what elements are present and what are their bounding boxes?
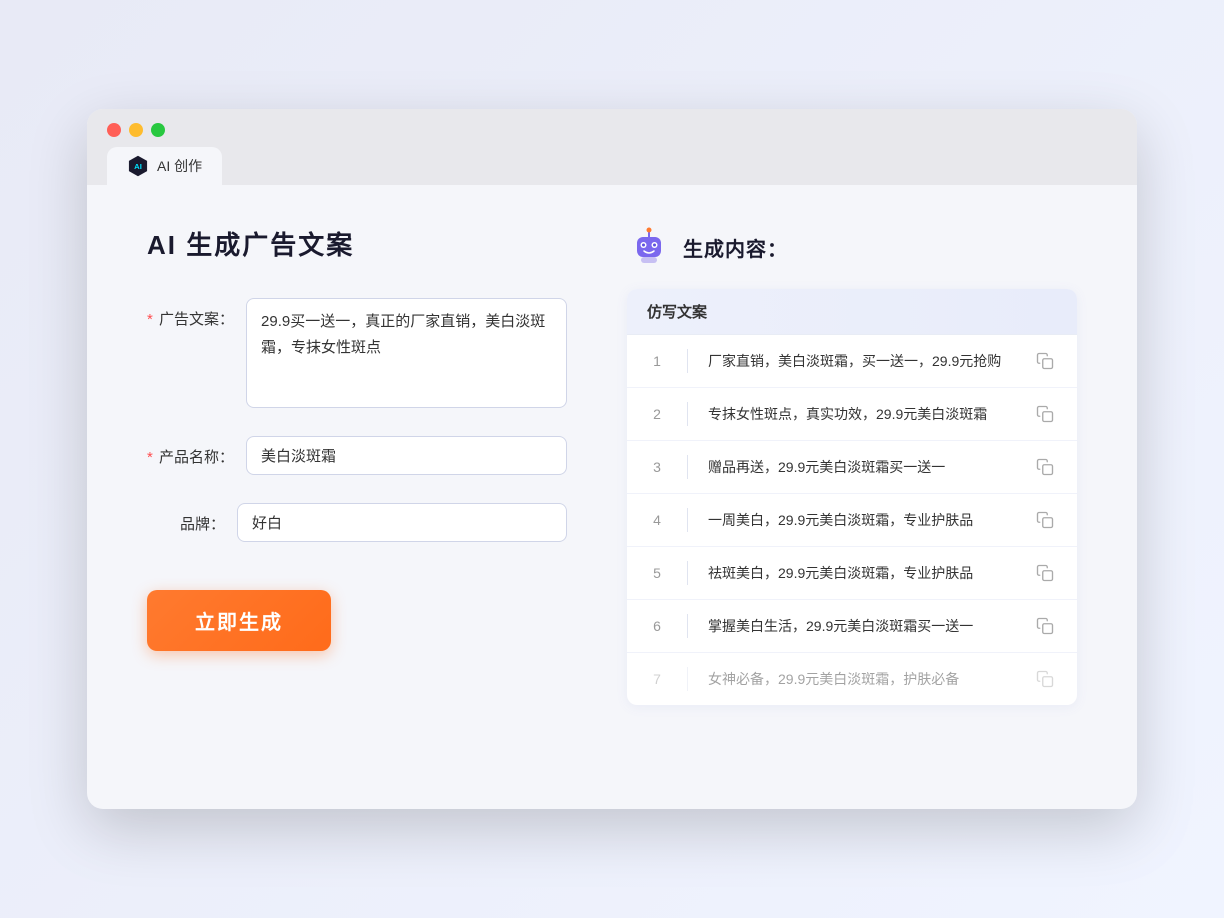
copy-button-1[interactable]	[1033, 349, 1057, 373]
robot-icon	[627, 225, 671, 269]
row-text-4: 一周美白，29.9元美白淡斑霜，专业护肤品	[708, 510, 1017, 531]
required-star-ad-copy: *	[147, 311, 153, 328]
page-title: AI 生成广告文案	[147, 225, 567, 262]
table-header: 仿写文案	[627, 289, 1077, 335]
row-num-7: 7	[647, 671, 667, 687]
label-brand: 品牌：	[147, 503, 237, 534]
row-text-5: 祛斑美白，29.9元美白淡斑霜，专业护肤品	[708, 563, 1017, 584]
table-row: 4 一周美白，29.9元美白淡斑霜，专业护肤品	[627, 494, 1077, 547]
right-title: 生成内容：	[683, 233, 788, 262]
browser-content: AI 生成广告文案 * 广告文案： 29.9买一送一，真正的厂家直销，美白淡斑霜…	[87, 185, 1137, 755]
row-num-3: 3	[647, 459, 667, 475]
row-divider-2	[687, 402, 688, 426]
table-row: 2 专抹女性斑点，真实功效，29.9元美白淡斑霜	[627, 388, 1077, 441]
browser-chrome: AI AI 创作	[87, 109, 1137, 185]
tab-bar: AI AI 创作	[107, 147, 1117, 185]
row-divider-7	[687, 667, 688, 691]
row-num-1: 1	[647, 353, 667, 369]
row-text-6: 掌握美白生活，29.9元美白淡斑霜买一送一	[708, 616, 1017, 637]
row-num-4: 4	[647, 512, 667, 528]
copy-button-5[interactable]	[1033, 561, 1057, 585]
row-text-1: 厂家直销，美白淡斑霜，买一送一，29.9元抢购	[708, 351, 1017, 372]
form-group-product-name: * 产品名称：	[147, 436, 567, 475]
input-ad-copy[interactable]: 29.9买一送一，真正的厂家直销，美白淡斑霜，专抹女性斑点	[246, 298, 567, 408]
traffic-light-green[interactable]	[151, 123, 165, 137]
input-product-name[interactable]	[246, 436, 567, 475]
right-header: 生成内容：	[627, 225, 1077, 269]
table-row-dimmed: 7 女神必备，29.9元美白淡斑霜，护肤必备	[627, 653, 1077, 705]
table-row: 3 赠品再送，29.9元美白淡斑霜买一送一	[627, 441, 1077, 494]
traffic-light-red[interactable]	[107, 123, 121, 137]
row-text-2: 专抹女性斑点，真实功效，29.9元美白淡斑霜	[708, 404, 1017, 425]
form-group-ad-copy: * 广告文案： 29.9买一送一，真正的厂家直销，美白淡斑霜，专抹女性斑点	[147, 298, 567, 408]
row-num-5: 5	[647, 565, 667, 581]
row-divider-1	[687, 349, 688, 373]
generate-button[interactable]: 立即生成	[147, 590, 331, 651]
left-panel: AI 生成广告文案 * 广告文案： 29.9买一送一，真正的厂家直销，美白淡斑霜…	[147, 225, 567, 705]
tab-label: AI 创作	[157, 156, 202, 176]
label-product-name: * 产品名称：	[147, 436, 246, 467]
copy-button-4[interactable]	[1033, 508, 1057, 532]
label-ad-copy: * 广告文案：	[147, 298, 246, 329]
copy-button-3[interactable]	[1033, 455, 1057, 479]
table-row: 1 厂家直销，美白淡斑霜，买一送一，29.9元抢购	[627, 335, 1077, 388]
table-row: 6 掌握美白生活，29.9元美白淡斑霜买一送一	[627, 600, 1077, 653]
copy-button-2[interactable]	[1033, 402, 1057, 426]
traffic-lights	[107, 123, 1117, 137]
copy-button-6[interactable]	[1033, 614, 1057, 638]
browser-window: AI AI 创作 AI 生成广告文案 * 广告文案： 29.9买一送一，真正的厂…	[87, 109, 1137, 809]
form-group-brand: 品牌：	[147, 503, 567, 542]
tab-ai-creation[interactable]: AI AI 创作	[107, 147, 222, 185]
svg-text:AI: AI	[134, 162, 142, 171]
required-star-product: *	[147, 449, 153, 466]
ai-tab-icon: AI	[127, 155, 149, 177]
input-brand[interactable]	[237, 503, 567, 542]
row-text-3: 赠品再送，29.9元美白淡斑霜买一送一	[708, 457, 1017, 478]
row-divider-3	[687, 455, 688, 479]
traffic-light-yellow[interactable]	[129, 123, 143, 137]
results-table: 仿写文案 1 厂家直销，美白淡斑霜，买一送一，29.9元抢购 2	[627, 289, 1077, 705]
row-divider-5	[687, 561, 688, 585]
row-num-6: 6	[647, 618, 667, 634]
row-divider-4	[687, 508, 688, 532]
table-row: 5 祛斑美白，29.9元美白淡斑霜，专业护肤品	[627, 547, 1077, 600]
right-panel: 生成内容： 仿写文案 1 厂家直销，美白淡斑霜，买一送一，29.9元抢购	[627, 225, 1077, 705]
row-divider-6	[687, 614, 688, 638]
copy-button-7[interactable]	[1033, 667, 1057, 691]
row-num-2: 2	[647, 406, 667, 422]
row-text-7: 女神必备，29.9元美白淡斑霜，护肤必备	[708, 669, 1017, 690]
